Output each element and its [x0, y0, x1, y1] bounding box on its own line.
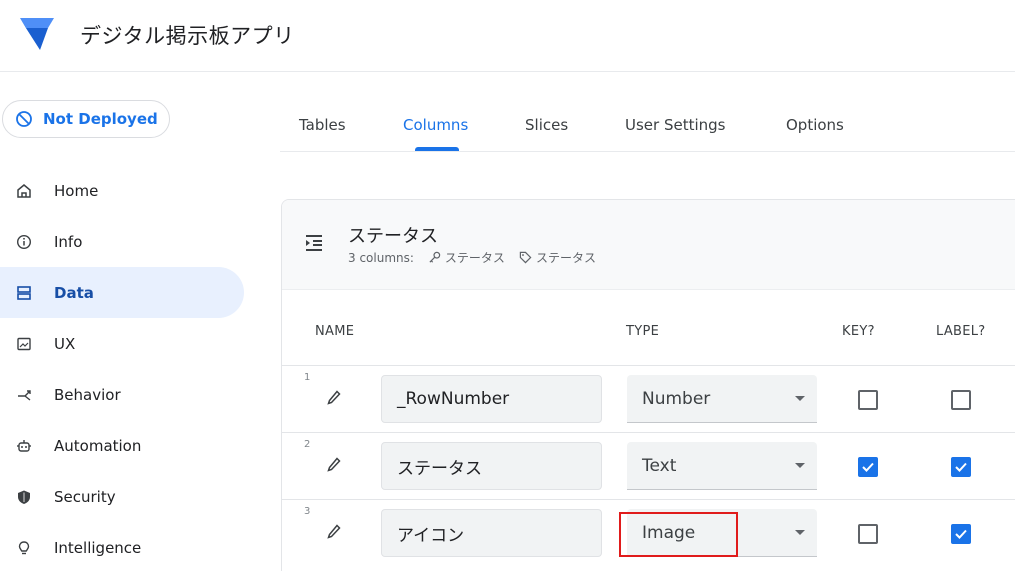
label-checkbox[interactable] [951, 457, 971, 477]
key-checkbox[interactable] [858, 390, 878, 410]
card-header[interactable]: ステータス 3 columns: ステータス ステータス [282, 200, 1015, 290]
chevron-down-icon [795, 463, 805, 468]
home-icon [16, 183, 32, 199]
automation-icon [16, 438, 32, 454]
app-header: デジタル掲示板アプリ [0, 0, 1015, 72]
column-name-field[interactable]: アイコン [381, 509, 602, 557]
deploy-status-label: Not Deployed [43, 110, 158, 128]
label-tag-icon [519, 251, 532, 264]
key-icon [429, 251, 441, 263]
sidebar-item-data[interactable]: Data [0, 267, 244, 318]
header-label: LABEL? [936, 324, 986, 339]
columns-count: 3 columns: [348, 250, 414, 265]
appsheet-logo-icon[interactable] [18, 14, 56, 52]
key-column-name: ステータス [444, 251, 505, 265]
sidebar-item-info[interactable]: Info [0, 216, 244, 267]
tab-options[interactable]: Options [786, 116, 844, 134]
tab-user-settings[interactable]: User Settings [625, 116, 725, 134]
table-columns-card: ステータス 3 columns: ステータス ステータス NAME TYPE K… [281, 199, 1015, 571]
checkmark-icon [955, 462, 967, 472]
tab-columns[interactable]: Columns [403, 116, 468, 134]
column-type-value: Text [642, 455, 677, 476]
table-row: 2 ステータス Text [282, 432, 1015, 499]
sidebar-item-label: Behavior [54, 385, 121, 404]
tab-bar: Tables Columns Slices User Settings Opti… [280, 104, 1015, 152]
sidebar-item-label: Security [54, 487, 116, 506]
shield-icon [16, 489, 32, 505]
table-row: 3 アイコン Image [282, 499, 1015, 566]
checkmark-icon [955, 529, 967, 539]
column-name-field[interactable]: ステータス [381, 442, 602, 490]
sidebar-item-security[interactable]: Security [0, 471, 244, 522]
sidebar-item-label: Home [54, 181, 99, 200]
column-name-field[interactable]: _RowNumber [381, 375, 602, 423]
sidebar-item-label: Data [54, 283, 94, 302]
table-indent-icon [306, 235, 322, 251]
pencil-icon[interactable] [327, 524, 341, 540]
info-icon [16, 234, 32, 250]
column-type-select[interactable]: Number [627, 375, 817, 423]
sidebar-item-home[interactable]: Home [0, 165, 244, 216]
sidebar-item-label: UX [54, 334, 76, 353]
checkmark-icon [862, 462, 874, 472]
sidebar-item-automation[interactable]: Automation [0, 420, 244, 471]
label-column-name: ステータス [535, 251, 596, 265]
table-row: 1 _RowNumber Number [282, 365, 1015, 432]
header-name: NAME [315, 324, 355, 339]
tab-slices[interactable]: Slices [525, 116, 568, 134]
sidebar: Home Info Data UX Behavior Automation Se… [0, 165, 244, 571]
ux-icon [16, 336, 32, 352]
app-title: デジタル掲示板アプリ [80, 24, 295, 48]
lightbulb-icon [16, 540, 32, 556]
label-checkbox[interactable] [951, 524, 971, 544]
table-title: ステータス [348, 226, 438, 247]
row-number: 3 [304, 506, 311, 517]
pencil-icon[interactable] [327, 457, 341, 473]
active-tab-indicator [415, 147, 459, 151]
header-type: TYPE [626, 324, 660, 339]
chevron-down-icon [795, 530, 805, 535]
sidebar-item-label: Automation [54, 436, 142, 455]
type-highlight-box [619, 512, 738, 557]
not-deployed-button[interactable]: Not Deployed [2, 100, 170, 138]
sidebar-item-ux[interactable]: UX [0, 318, 244, 369]
row-number: 2 [304, 439, 311, 450]
key-checkbox[interactable] [858, 457, 878, 477]
label-checkbox[interactable] [951, 390, 971, 410]
behavior-icon [16, 387, 32, 403]
table-meta: 3 columns: ステータス ステータス [348, 249, 596, 266]
chevron-down-icon [795, 396, 805, 401]
not-deployed-icon [16, 111, 32, 127]
column-type-select[interactable]: Text [627, 442, 817, 490]
sidebar-item-label: Info [54, 232, 83, 251]
header-key: KEY? [842, 324, 875, 339]
sidebar-item-label: Intelligence [54, 538, 142, 557]
key-checkbox[interactable] [858, 524, 878, 544]
column-type-value: Number [642, 388, 711, 409]
sidebar-item-intelligence[interactable]: Intelligence [0, 522, 244, 571]
data-icon [16, 285, 32, 301]
sidebar-item-behavior[interactable]: Behavior [0, 369, 244, 420]
row-number: 1 [304, 372, 311, 383]
tab-tables[interactable]: Tables [299, 116, 346, 134]
pencil-icon[interactable] [327, 390, 341, 406]
